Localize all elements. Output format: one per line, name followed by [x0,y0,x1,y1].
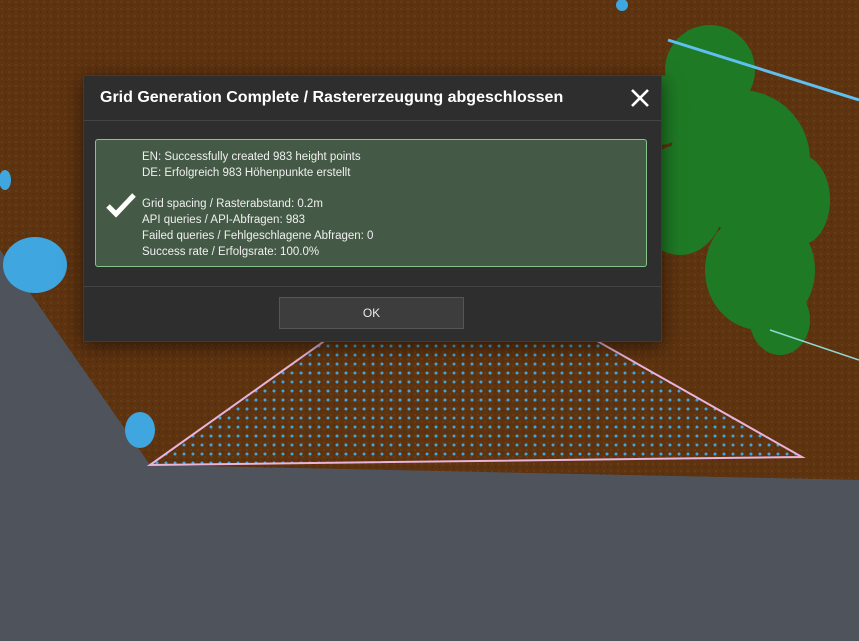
grid-complete-dialog: Grid Generation Complete / Rastererzeugu… [83,75,662,342]
checkmark-icon [106,193,136,218]
message-en: EN: Successfully created 983 height poin… [142,151,361,163]
failed-queries-text: Failed queries / Fehlgeschlagene Abfrage… [142,230,374,242]
dialog-header: Grid Generation Complete / Rastererzeugu… [84,76,661,121]
api-queries-text: API queries / API-Abfragen: 983 [142,214,306,226]
message-de: DE: Erfolgreich 983 Höhenpunkte erstellt [142,167,351,179]
success-message-box: EN: Successfully created 983 height poin… [95,139,647,267]
grid-spacing-text: Grid spacing / Rasterabstand: 0.2m [142,198,323,210]
ok-button[interactable]: OK [279,297,464,329]
dialog-separator [84,286,661,287]
close-button[interactable] [626,84,654,112]
dialog-title: Grid Generation Complete / Rastererzeugu… [100,89,564,106]
success-rate-text: Success rate / Erfolgsrate: 100.0% [142,246,320,258]
close-icon [631,89,649,107]
